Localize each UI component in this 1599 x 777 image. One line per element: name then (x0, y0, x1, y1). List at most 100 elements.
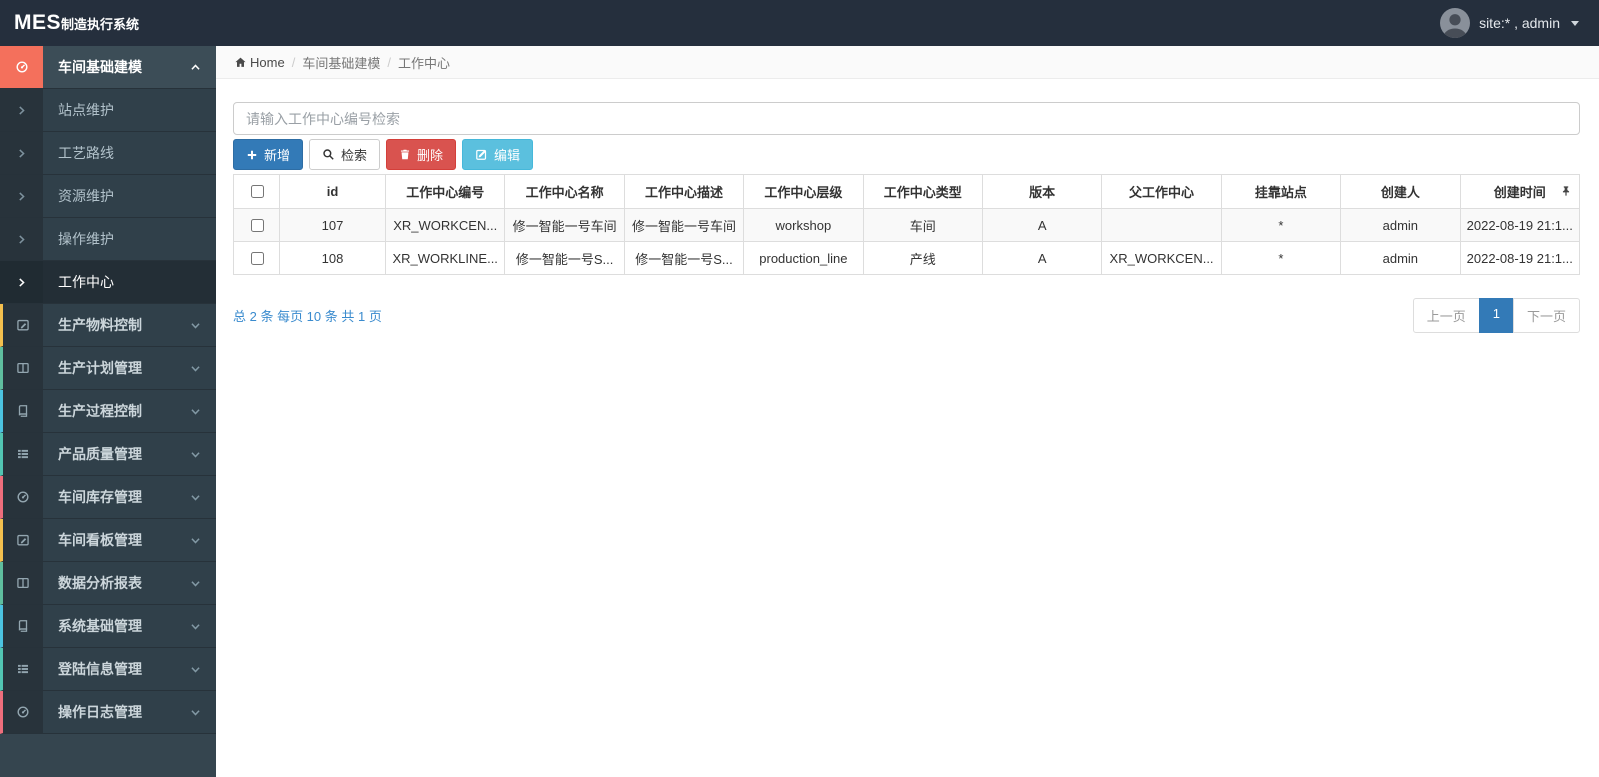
sidebar-item-label: 生产物料控制 (58, 317, 142, 333)
gauge-icon (0, 46, 43, 88)
book-icon (3, 605, 43, 647)
sidebar-item-生产物料控制[interactable]: 生产物料控制 (0, 304, 216, 347)
sidebar-item-车间看板管理[interactable]: 车间看板管理 (0, 519, 216, 562)
sidebar-subitem-资源维护[interactable]: 资源维护 (0, 175, 216, 218)
app-logo-rest: 制造执行系统 (61, 17, 140, 32)
sidebar-subitem-站点维护[interactable]: 站点维护 (0, 89, 216, 132)
next-page-button[interactable]: 下一页 (1512, 298, 1580, 333)
sidebar-item-label: 车间基础建模 (58, 59, 142, 75)
sidebar-item-label: 生产计划管理 (58, 360, 142, 376)
sidebar-item-车间基础建模[interactable]: 车间基础建模 (0, 46, 216, 89)
select-all-checkbox[interactable] (250, 185, 264, 198)
chevron-down-icon (190, 664, 201, 675)
breadcrumb-item-车间基础建模[interactable]: 车间基础建模 (302, 53, 380, 72)
sidebar-item-操作日志管理[interactable]: 操作日志管理 (0, 691, 216, 734)
button-label: 新增 (264, 148, 291, 163)
table-cell: XR_WORKLINE... (384, 241, 506, 275)
table-cell: 修一智能一号S... (623, 241, 745, 275)
chevron-down-icon (190, 363, 201, 374)
button-label: 编辑 (494, 148, 521, 163)
sidebar-item-数据分析报表[interactable]: 数据分析报表 (0, 562, 216, 605)
sidebar: 车间基础建模 站点维护工艺路线资源维护 操作维护 工作中心生产物料控制 生产计划管理 生产… (0, 46, 216, 777)
column-header-工作中心层级: 工作中心层级 (743, 174, 864, 209)
trash-icon (399, 148, 411, 161)
edit-icon (475, 148, 488, 161)
sidebar-subitem-操作维护[interactable]: 操作维护 (0, 218, 216, 261)
row-select-cell (233, 241, 280, 275)
table-cell: * (1220, 208, 1342, 242)
button-label: 删除 (417, 148, 444, 163)
column-header-父工作中心: 父工作中心 (1101, 174, 1222, 209)
column-header-版本: 版本 (981, 174, 1103, 209)
table-cell: 修一智能一号车间 (623, 208, 745, 242)
pin-icon[interactable] (1560, 185, 1572, 200)
chevron-down-icon (190, 320, 201, 331)
table-cell: 108 (279, 241, 386, 275)
select-all-header (233, 174, 280, 209)
chevron-right-icon (0, 261, 43, 303)
breadcrumb-item-Home[interactable]: Home (234, 55, 285, 70)
add-button[interactable]: 新增 (233, 139, 304, 170)
chevron-down-icon (190, 707, 201, 718)
table-cell: admin (1340, 241, 1461, 275)
chevron-right-icon (0, 175, 43, 217)
chevron-right-icon (0, 89, 43, 131)
main-panel: 新增 检索 删除 编辑 id工作中心编号工作中心名称工作中心描述工作中心层级工作中心类… (216, 79, 1599, 333)
row-checkbox[interactable] (250, 251, 264, 265)
toolbar: 新增 检索 删除 编辑 (233, 139, 1580, 170)
sidebar-subitem-工艺路线[interactable]: 工艺路线 (0, 132, 216, 175)
topbar: MES 制造执行系统 site:* , admin (0, 0, 1599, 46)
pagination-bar: 总 2 条 每页 10 条 共 1 页 上一页 1 下一页 (233, 298, 1580, 333)
app-logo[interactable]: MES 制造执行系统 (0, 11, 139, 35)
sidebar-menu: 车间基础建模 站点维护工艺路线资源维护 操作维护 工作中心生产物料控制 生产计划管理 生产… (0, 46, 216, 734)
sidebar-subitem-label: 工艺路线 (58, 145, 114, 161)
breadcrumb: Home / 车间基础建模 / 工作中心 (216, 46, 1599, 79)
search-button[interactable]: 检索 (309, 139, 381, 170)
table-row: 108 XR_WORKLINE... 修一智能一号S... 修一智能一号S... pro… (233, 241, 1581, 275)
sidebar-item-系统基础管理[interactable]: 系统基础管理 (0, 605, 216, 648)
chevron-up-icon (190, 62, 201, 73)
delete-button[interactable]: 删除 (386, 139, 457, 170)
sidebar-item-label: 数据分析报表 (58, 575, 142, 591)
page-number-button[interactable]: 1 (1478, 298, 1514, 333)
sidebar-subitem-label: 站点维护 (58, 102, 114, 118)
sidebar-item-生产过程控制[interactable]: 生产过程控制 (0, 390, 216, 433)
avatar (1440, 8, 1471, 38)
sidebar-item-label: 生产过程控制 (58, 403, 142, 419)
sidebar-item-登陆信息管理[interactable]: 登陆信息管理 (0, 648, 216, 691)
edit-button[interactable]: 编辑 (462, 139, 534, 170)
gauge-icon (3, 691, 43, 733)
sidebar-item-产品质量管理[interactable]: 产品质量管理 (0, 433, 216, 476)
prev-page-button[interactable]: 上一页 (1412, 298, 1480, 333)
sidebar-item-label: 车间库存管理 (58, 489, 142, 505)
column-header-挂靠站点: 挂靠站点 (1220, 174, 1342, 209)
columns-icon (3, 562, 43, 604)
book-icon (3, 390, 43, 432)
table-cell: * (1220, 241, 1342, 275)
sidebar-item-生产计划管理[interactable]: 生产计划管理 (0, 347, 216, 390)
column-header-工作中心名称: 工作中心名称 (504, 174, 625, 209)
column-header-创建人: 创建人 (1340, 174, 1461, 209)
sidebar-subitem-工作中心[interactable]: 工作中心 (0, 261, 216, 304)
chevron-down-icon (190, 578, 201, 589)
column-header-创建时间: 创建时间 (1459, 174, 1581, 209)
chevron-down-icon (190, 621, 201, 632)
sidebar-item-车间库存管理[interactable]: 车间库存管理 (0, 476, 216, 519)
content: Home / 车间基础建模 / 工作中心 新增 检索 删除 编辑 id工作中心编号工作中心名称… (216, 46, 1599, 777)
row-checkbox[interactable] (250, 218, 264, 232)
table-cell: production_line (743, 241, 864, 275)
column-header-工作中心类型: 工作中心类型 (862, 174, 983, 209)
sidebar-item-label: 车间看板管理 (58, 532, 142, 548)
table-cell: XR_WORKCEN... (1101, 241, 1222, 275)
chevron-right-icon (0, 132, 43, 174)
chevron-down-icon (190, 535, 201, 546)
column-header-工作中心编号: 工作中心编号 (384, 174, 506, 209)
chevron-down-icon (190, 406, 201, 417)
row-select-cell (233, 208, 280, 242)
search-input[interactable] (233, 102, 1580, 135)
table-header-row: id 工作中心编号 工作中心名称 工作中心描述 工作中心层级 工作中心类型 版本 父工作中心挂… (233, 174, 1581, 209)
user-menu[interactable]: site:* , admin (1440, 8, 1579, 38)
list-icon (3, 648, 43, 690)
table-cell: 2022-08-19 21:1... (1459, 208, 1581, 242)
breadcrumb-label: 车间基础建模 (302, 55, 381, 71)
